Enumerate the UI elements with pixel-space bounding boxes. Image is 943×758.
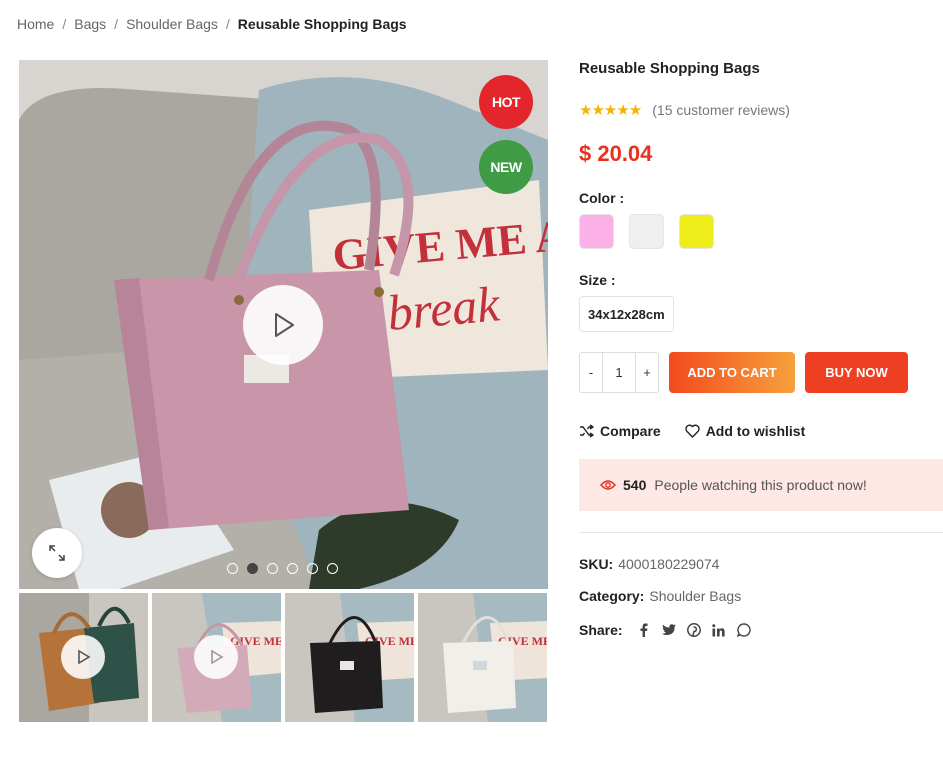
compare-button[interactable]: Compare — [579, 423, 661, 439]
heart-icon — [684, 424, 700, 438]
category-row: Category: Shoulder Bags — [579, 588, 741, 604]
product-actions: Compare Add to wishlist — [579, 423, 805, 439]
thumbnail-brown-green-bags[interactable] — [19, 593, 148, 722]
whatsapp-icon[interactable] — [736, 623, 751, 637]
slider-dot[interactable] — [287, 563, 298, 574]
facebook-icon[interactable] — [637, 623, 651, 637]
slider-dot[interactable] — [227, 563, 238, 574]
reviews-link[interactable]: (15 customer reviews) — [652, 102, 790, 118]
product-rating: ★★★★★ (15 customer reviews) — [579, 101, 790, 119]
color-swatch-pink[interactable] — [579, 214, 614, 249]
viewers-count: 540 — [623, 477, 647, 493]
slider-dot-active[interactable] — [247, 563, 258, 574]
product-price: $ 20.04 — [579, 141, 653, 166]
breadcrumb: Home / Bags / Shoulder Bags / Reusable S… — [17, 16, 407, 32]
eye-icon — [600, 480, 616, 490]
star-rating-icon: ★★★★★ — [579, 102, 642, 119]
pinterest-icon[interactable] — [686, 623, 701, 637]
category-link[interactable]: Shoulder Bags — [649, 588, 741, 604]
add-to-cart-button[interactable]: ADD TO CART — [669, 352, 795, 393]
play-icon — [78, 649, 91, 665]
viewers-text: People watching this product now! — [654, 477, 867, 493]
sku-row: SKU: 4000180229074 — [579, 556, 719, 572]
slider-dot[interactable] — [267, 563, 278, 574]
size-option[interactable]: 34x12x28cm — [579, 296, 674, 332]
slider-dots — [227, 563, 338, 574]
color-swatches — [579, 214, 714, 249]
share-icons — [637, 623, 751, 637]
wishlist-label: Add to wishlist — [705, 423, 806, 439]
category-label: Category: — [579, 588, 645, 604]
breadcrumb-separator: / — [62, 16, 67, 32]
live-viewers-notice: 540 People watching this product now! — [579, 459, 943, 511]
linkedin-icon[interactable] — [712, 623, 726, 637]
divider — [579, 532, 943, 533]
compare-label: Compare — [600, 423, 661, 439]
thumbnail-video-play-button[interactable] — [194, 635, 238, 679]
share-row: Share: — [579, 622, 751, 638]
thumbnail-white-bag[interactable]: GIVE ME A — [418, 593, 547, 722]
sku-value: 4000180229074 — [618, 556, 720, 572]
svg-text:break: break — [385, 275, 502, 341]
hot-badge: HOT — [479, 75, 533, 129]
quantity-decrease-button[interactable]: - — [580, 353, 603, 392]
quantity-stepper: - 1 + — [579, 352, 659, 393]
buy-now-button[interactable]: BUY NOW — [805, 352, 908, 393]
breadcrumb-home[interactable]: Home — [17, 16, 54, 32]
thumbnail-image: GIVE ME A — [285, 593, 414, 722]
thumbnail-strip: GIVE ME A GIVE ME A GIVE ME A — [19, 593, 547, 722]
quantity-increase-button[interactable]: + — [635, 353, 658, 392]
sku-label: SKU: — [579, 556, 614, 572]
breadcrumb-current: Reusable Shopping Bags — [237, 16, 407, 32]
slider-dot[interactable] — [327, 563, 338, 574]
product-title: Reusable Shopping Bags — [579, 60, 760, 77]
add-to-wishlist-button[interactable]: Add to wishlist — [684, 423, 806, 439]
thumbnail-video-play-button[interactable] — [61, 635, 105, 679]
new-badge: NEW — [479, 140, 533, 194]
zoom-button[interactable] — [32, 528, 82, 578]
breadcrumb-separator: / — [114, 16, 119, 32]
expand-icon — [49, 545, 65, 561]
main-product-image[interactable]: GIVE ME A break HOT NEW — [19, 60, 548, 589]
size-label: Size : — [579, 272, 616, 288]
thumbnail-image: GIVE ME A — [418, 593, 547, 722]
quantity-input[interactable]: 1 — [603, 353, 635, 392]
play-icon — [211, 649, 224, 665]
shuffle-icon — [580, 424, 594, 438]
breadcrumb-separator: / — [225, 16, 230, 32]
play-icon — [275, 313, 294, 337]
color-swatch-white[interactable] — [629, 214, 664, 249]
share-label: Share: — [579, 622, 623, 638]
breadcrumb-bags[interactable]: Bags — [74, 16, 106, 32]
twitter-icon[interactable] — [661, 623, 676, 637]
breadcrumb-shoulder-bags[interactable]: Shoulder Bags — [126, 16, 218, 32]
color-swatch-yellow[interactable] — [679, 214, 714, 249]
color-label: Color : — [579, 190, 625, 206]
slider-dot[interactable] — [307, 563, 318, 574]
video-play-button[interactable] — [243, 285, 323, 365]
thumbnail-pink-bag[interactable]: GIVE ME A — [152, 593, 281, 722]
thumbnail-black-bag[interactable]: GIVE ME A — [285, 593, 414, 722]
